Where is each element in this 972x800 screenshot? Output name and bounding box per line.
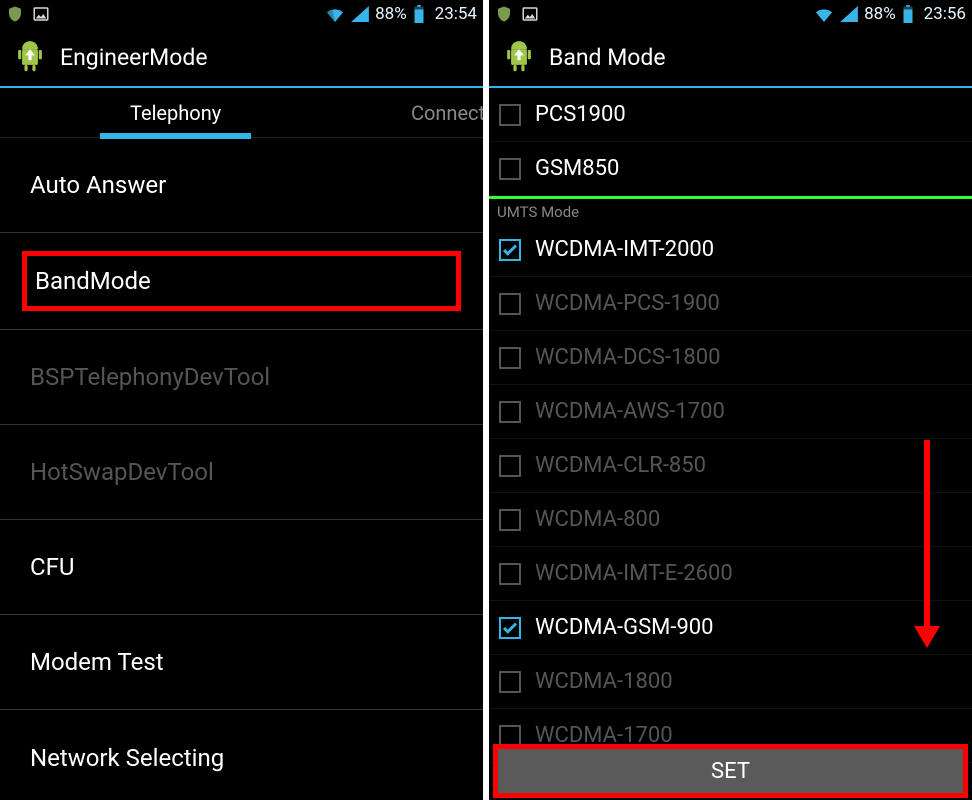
band-item: WCDMA-CLR-850 [489, 439, 972, 493]
band-label: PCS1900 [535, 102, 626, 127]
band-item: WCDMA-DCS-1800 [489, 331, 972, 385]
picture-icon [521, 5, 539, 23]
picture-icon [32, 5, 50, 23]
settings-list: Auto Answer BandMode BSPTelephonyDevTool… [0, 138, 483, 800]
tab-telephony[interactable]: Telephony [90, 88, 261, 137]
item-label: Modem Test [30, 648, 164, 676]
band-label: WCDMA-DCS-1800 [535, 345, 720, 370]
item-label: Network Selecting [30, 744, 224, 772]
android-icon [10, 37, 50, 77]
item-bandmode[interactable]: BandMode [22, 251, 461, 311]
band-label: WCDMA-1800 [535, 669, 673, 694]
battery-percentage: 88% [864, 4, 896, 24]
item-label: CFU [30, 553, 74, 581]
clock: 23:54 [435, 4, 477, 24]
checkbox [499, 401, 521, 423]
item-bandmode-row: BandMode [0, 251, 483, 330]
band-item: WCDMA-IMT-E-2600 [489, 547, 972, 601]
shield-icon [6, 5, 24, 23]
android-icon [499, 37, 539, 77]
checkbox [499, 347, 521, 369]
screen-engineermode: 88% 23:54 EngineerMode Telephony [0, 0, 483, 800]
band-label: WCDMA-AWS-1700 [535, 399, 725, 424]
item-modem-test[interactable]: Modem Test [0, 615, 483, 710]
tab-telephony-label: Telephony [130, 101, 221, 125]
tab-bar: Telephony Connect [0, 88, 483, 138]
item-auto-answer[interactable]: Auto Answer [0, 138, 483, 233]
battery-percentage: 88% [375, 4, 407, 24]
band-item[interactable]: GSM850 [489, 142, 972, 196]
tab-connectivity[interactable]: Connect [373, 88, 483, 137]
item-label: BSPTelephonyDevTool [30, 363, 270, 391]
annotation-arrow [924, 440, 930, 630]
item-network-selecting[interactable]: Network Selecting [0, 710, 483, 800]
battery-icon [902, 5, 914, 23]
band-item: WCDMA-800 [489, 493, 972, 547]
tab-connectivity-label: Connect [411, 101, 483, 125]
band-item: WCDMA-AWS-1700 [489, 385, 972, 439]
wifi-icon [325, 6, 345, 22]
checkbox [499, 563, 521, 585]
band-item[interactable]: PCS1900 [489, 88, 972, 142]
app-header: EngineerMode [0, 28, 483, 86]
checkbox[interactable] [499, 239, 521, 261]
band-item[interactable]: WCDMA-GSM-900 [489, 601, 972, 655]
battery-icon [413, 5, 425, 23]
checkbox[interactable] [499, 158, 521, 180]
band-label: GSM850 [535, 156, 619, 181]
band-item[interactable]: WCDMA-IMT-2000 [489, 223, 972, 277]
band-label: WCDMA-800 [535, 507, 660, 532]
item-cfu[interactable]: CFU [0, 520, 483, 615]
item-label: Auto Answer [30, 171, 166, 199]
checkbox [499, 671, 521, 693]
set-button[interactable]: SET [493, 744, 968, 798]
band-label: WCDMA-IMT-E-2600 [535, 561, 733, 586]
band-label: WCDMA-IMT-2000 [535, 237, 714, 262]
status-bar: 88% 23:54 [0, 0, 483, 28]
band-label: WCDMA-PCS-1900 [535, 291, 720, 316]
checkbox [499, 455, 521, 477]
set-button-label: SET [711, 759, 750, 784]
app-title: EngineerMode [60, 44, 208, 71]
band-item: WCDMA-PCS-1900 [489, 277, 972, 331]
signal-icon [840, 6, 858, 22]
band-list-top: PCS1900 GSM850 [489, 88, 972, 196]
item-label: HotSwapDevTool [30, 458, 214, 486]
item-label: BandMode [35, 267, 151, 295]
section-umts: UMTS Mode [489, 196, 972, 223]
checkbox[interactable] [499, 104, 521, 126]
wifi-icon [814, 6, 834, 22]
status-bar: 88% 23:56 [489, 0, 972, 28]
band-label: WCDMA-GSM-900 [535, 615, 714, 640]
clock: 23:56 [924, 4, 966, 24]
band-list-umts: WCDMA-IMT-2000 WCDMA-PCS-1900 WCDMA-DCS-18… [489, 223, 972, 763]
checkbox [499, 293, 521, 315]
item-hotswap[interactable]: HotSwapDevTool [0, 425, 483, 520]
item-bsptelephony[interactable]: BSPTelephonyDevTool [0, 330, 483, 425]
screen-bandmode: 88% 23:56 Band Mode PCS1900 GSM850 UMTS M… [489, 0, 972, 800]
checkbox[interactable] [499, 617, 521, 639]
app-header: Band Mode [489, 28, 972, 86]
band-item: WCDMA-1800 [489, 655, 972, 709]
band-label: WCDMA-CLR-850 [535, 453, 706, 478]
checkbox [499, 509, 521, 531]
app-title: Band Mode [549, 44, 666, 71]
shield-icon [495, 5, 513, 23]
signal-icon [351, 6, 369, 22]
